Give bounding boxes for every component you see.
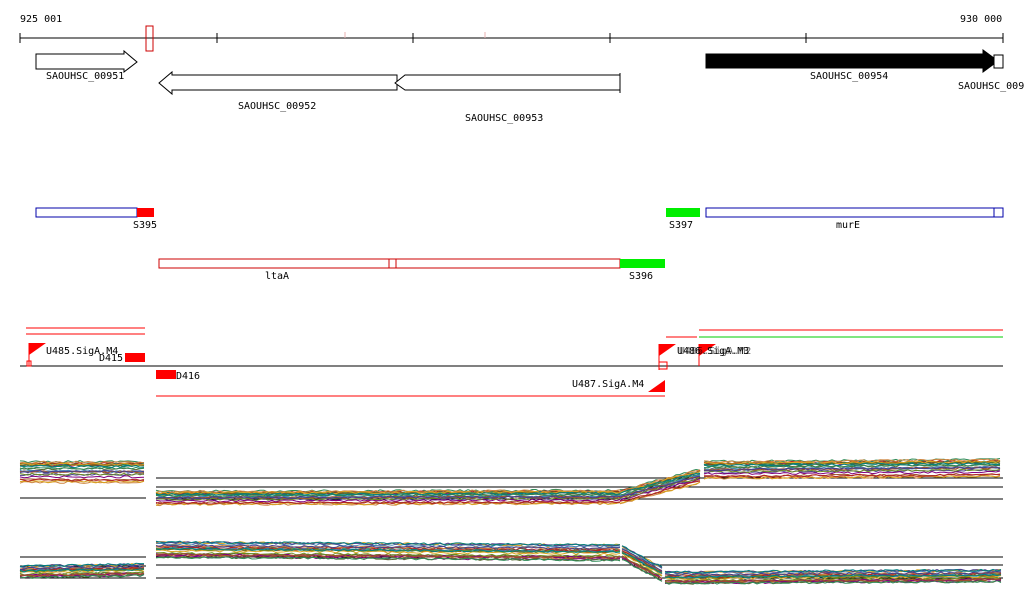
feature-label-murE: murE	[836, 220, 860, 231]
element-U485-marker[interactable]	[29, 343, 46, 355]
feature-track: S395 S397 murE ltaA S396	[35, 207, 1004, 282]
feature-S395[interactable]	[137, 208, 154, 217]
genome-browser-view: 925 001 930 000 SAOUHSC_00951 SAOUHSC_00…	[19, 14, 1024, 585]
feature-S396[interactable]	[620, 259, 665, 268]
gene-arrow-00954[interactable]	[705, 49, 999, 73]
element-label-D415: D415	[99, 353, 123, 364]
element-cluster-marker[interactable]	[659, 344, 676, 356]
expression-track-upper	[19, 458, 1003, 507]
gene-arrow-00953[interactable]	[394, 74, 621, 91]
gene-arrow-00952[interactable]	[158, 70, 398, 96]
element-label-D416: D416	[176, 371, 200, 382]
element-D416[interactable]	[156, 370, 176, 379]
feature-label-S395: S395	[133, 220, 157, 231]
expression-trace	[19, 475, 145, 479]
feature-label-S396: S396	[629, 271, 653, 282]
feature-label-ltaA: ltaA	[265, 271, 289, 282]
gene-box-0095x[interactable]	[993, 54, 1004, 69]
gene-arrow-00951[interactable]	[35, 49, 138, 74]
gene-label-00952: SAOUHSC_00952	[238, 101, 316, 112]
gene-label-00951: SAOUHSC_00951	[46, 71, 124, 82]
gene-label-00953: SAOUHSC_00953	[465, 113, 543, 124]
element-D415[interactable]	[125, 353, 145, 362]
element-label-overlap: U486.SigA.M2	[679, 346, 751, 357]
element-label-U487: U487.SigA.M4	[572, 379, 644, 390]
gene-label-00954: SAOUHSC_00954	[810, 71, 888, 82]
element-U487-marker[interactable]	[648, 380, 665, 392]
expression-track-lower	[19, 540, 1003, 585]
coordinate-ruler: 925 001 930 000	[19, 14, 1004, 52]
feature-S397[interactable]	[666, 208, 700, 217]
gene-label-0095x: SAOUHSC_009	[958, 81, 1024, 92]
feature-box-blue-left[interactable]	[35, 207, 138, 218]
element-track: U485.SigA.M4 D415 D416 U487.SigA.M4 U486…	[20, 327, 1003, 397]
ruler-end-label: 930 000	[960, 14, 1002, 25]
feature-murE[interactable]	[705, 207, 1004, 218]
gene-track: SAOUHSC_00951 SAOUHSC_00952 SAOUHSC_0095…	[35, 49, 1024, 124]
ruler-start-label: 925 001	[20, 14, 62, 25]
feature-label-S397: S397	[669, 220, 693, 231]
